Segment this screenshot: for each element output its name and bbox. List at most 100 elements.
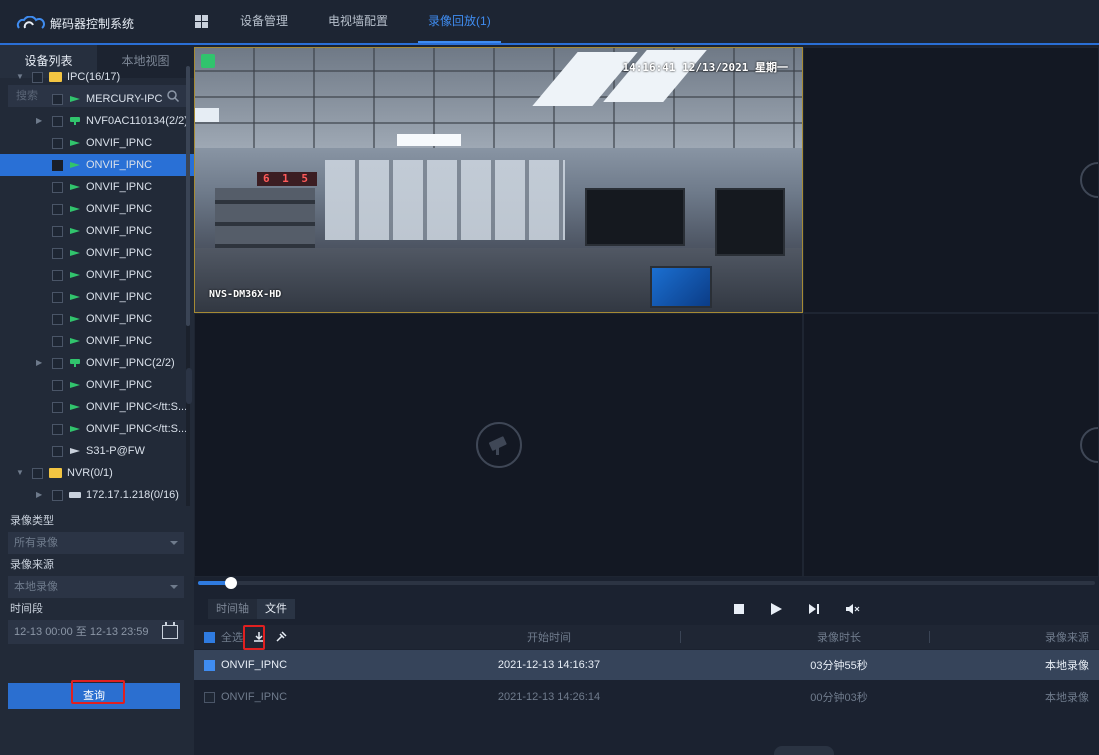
tree-checkbox[interactable] bbox=[52, 335, 63, 347]
camera-icon bbox=[70, 448, 80, 454]
tree-checkbox[interactable] bbox=[52, 489, 63, 501]
nav-playback[interactable]: 录像回放(1) bbox=[418, 0, 501, 43]
chevron-down-icon bbox=[170, 541, 178, 545]
progress-knob[interactable] bbox=[224, 577, 237, 589]
tree-checkbox[interactable] bbox=[52, 445, 63, 457]
tree-checkbox[interactable] bbox=[52, 313, 63, 325]
nav-device-management[interactable]: 设备管理 bbox=[240, 0, 288, 43]
grid-menu-icon[interactable] bbox=[195, 15, 208, 28]
search-filters: 录像类型 所有录像 录像来源 本地录像 时间段 12-13 00:00 至 12… bbox=[0, 510, 194, 644]
tree-checkbox[interactable] bbox=[52, 379, 63, 391]
camera-frame: 6 1 5 bbox=[195, 48, 802, 312]
tree-checkbox[interactable] bbox=[32, 71, 43, 83]
col-duration[interactable]: 录像时长 bbox=[724, 629, 954, 645]
tree-node-label: ONVIF_IPNC bbox=[86, 203, 153, 215]
collapse-arrow-icon[interactable]: ▶ bbox=[36, 117, 44, 125]
tree-node-label: ONVIF_IPNC bbox=[86, 159, 153, 171]
video-cell-4[interactable] bbox=[803, 313, 1099, 577]
tree-node[interactable]: ONVIF_IPNC bbox=[0, 242, 194, 264]
playback-progress[interactable] bbox=[194, 577, 1099, 589]
query-button[interactable]: 查询 bbox=[8, 680, 180, 709]
tree-scrollbar[interactable] bbox=[186, 66, 190, 506]
expand-arrow-icon[interactable]: ▼ bbox=[16, 469, 24, 477]
tree-node[interactable]: MERCURY-IPC bbox=[0, 88, 194, 110]
tree-checkbox[interactable] bbox=[52, 291, 63, 303]
col-source[interactable]: 录像来源 bbox=[954, 629, 1099, 645]
play-icon[interactable] bbox=[770, 599, 782, 619]
tree-checkbox[interactable] bbox=[52, 159, 63, 171]
record-panel: 时间轴 文件 全选 开始时间 录像时长 录像来源 ONVIF_IPNC 2021… bbox=[194, 589, 1099, 755]
row-checkbox[interactable] bbox=[204, 691, 215, 703]
tree-node[interactable]: ONVIF_IPNC bbox=[0, 374, 194, 396]
tree-node[interactable]: ▼ IPC(16/17) bbox=[0, 66, 194, 88]
tree-checkbox[interactable] bbox=[52, 181, 63, 193]
tree-checkbox[interactable] bbox=[52, 423, 63, 435]
playback-controls bbox=[734, 599, 886, 619]
tree-scroll-thumb[interactable] bbox=[186, 66, 190, 326]
tab-files[interactable]: 文件 bbox=[257, 599, 295, 619]
tree-node[interactable]: ▼ NVR(0/1) bbox=[0, 462, 194, 484]
tree-checkbox[interactable] bbox=[52, 203, 63, 215]
stop-icon[interactable] bbox=[734, 599, 744, 619]
tree-node[interactable]: ONVIF_IPNC bbox=[0, 220, 194, 242]
video-cell-1[interactable]: 6 1 5 14:16:41 12/13/2021 星期一 NVS-DM36X-… bbox=[194, 47, 803, 313]
tree-node[interactable]: ▶ 172.17.1.218(0/16) bbox=[0, 484, 194, 506]
row-checkbox[interactable] bbox=[204, 659, 215, 671]
video-cell-3[interactable] bbox=[194, 313, 803, 577]
tree-checkbox[interactable] bbox=[52, 357, 63, 369]
tree-node[interactable]: ▶ NVF0AC110134(2/2) bbox=[0, 110, 194, 132]
next-page-icon[interactable] bbox=[1080, 427, 1098, 463]
video-cell-2[interactable] bbox=[803, 47, 1099, 313]
tree-checkbox[interactable] bbox=[52, 115, 63, 127]
file-row[interactable]: ONVIF_IPNC 2021-12-13 14:16:37 03分钟55秒 本… bbox=[194, 650, 1099, 680]
camera-icon bbox=[70, 294, 80, 300]
calendar-icon[interactable] bbox=[162, 622, 178, 639]
tree-node[interactable]: ONVIF_IPNC bbox=[0, 330, 194, 352]
tree-node[interactable]: ▶ ONVIF_IPNC(2/2) bbox=[0, 352, 194, 374]
highlight-box bbox=[71, 680, 125, 704]
tree-node-label: ONVIF_IPNC bbox=[86, 225, 153, 237]
tree-node[interactable]: ONVIF_IPNC bbox=[0, 308, 194, 330]
nav-tv-wall-config[interactable]: 电视墙配置 bbox=[328, 0, 388, 43]
tree-checkbox[interactable] bbox=[52, 137, 63, 149]
audio-icon[interactable] bbox=[201, 54, 215, 68]
camera-icon bbox=[70, 228, 80, 234]
file-duration: 00分钟03秒 bbox=[810, 692, 868, 704]
panel-pull-handle[interactable] bbox=[774, 746, 834, 755]
tree-checkbox[interactable] bbox=[52, 225, 63, 237]
next-page-icon[interactable] bbox=[1080, 162, 1098, 198]
record-source-value: 本地录像 bbox=[14, 581, 58, 593]
sidebar-collapse-handle[interactable] bbox=[186, 368, 192, 404]
tree-node[interactable]: ONVIF_IPNC bbox=[0, 132, 194, 154]
tree-node[interactable]: ONVIF_IPNC bbox=[0, 154, 194, 176]
record-source-select[interactable]: 本地录像 bbox=[8, 576, 184, 598]
highlight-box bbox=[243, 625, 265, 650]
record-type-label: 录像类型 bbox=[10, 515, 54, 527]
tree-node[interactable]: ONVIF_IPNC bbox=[0, 286, 194, 308]
file-row[interactable]: ONVIF_IPNC 2021-12-13 14:26:14 00分钟03秒 本… bbox=[194, 682, 1099, 712]
tab-timeline[interactable]: 时间轴 bbox=[208, 599, 257, 619]
tree-node[interactable]: ONVIF_IPNC bbox=[0, 198, 194, 220]
tree-node[interactable]: ONVIF_IPNC</tt:S... bbox=[0, 418, 194, 440]
clear-icon[interactable] bbox=[275, 631, 287, 643]
tree-node[interactable]: ONVIF_IPNC bbox=[0, 176, 194, 198]
col-start-time[interactable]: 开始时间 bbox=[434, 629, 664, 645]
collapse-arrow-icon[interactable]: ▶ bbox=[36, 491, 44, 499]
time-range-picker[interactable]: 12-13 00:00 至 12-13 23:59 bbox=[8, 620, 184, 644]
step-forward-icon[interactable] bbox=[808, 599, 820, 619]
select-all-checkbox[interactable] bbox=[204, 631, 215, 643]
tree-node[interactable]: ONVIF_IPNC</tt:S... bbox=[0, 396, 194, 418]
tree-node[interactable]: S31-P@FW bbox=[0, 440, 194, 462]
tree-checkbox[interactable] bbox=[52, 247, 63, 259]
osd-camera-name: NVS-DM36X-HD bbox=[209, 289, 282, 300]
camera-icon bbox=[70, 338, 80, 344]
collapse-arrow-icon[interactable]: ▶ bbox=[36, 359, 44, 367]
tree-checkbox[interactable] bbox=[32, 467, 43, 479]
mute-icon[interactable] bbox=[846, 599, 860, 619]
expand-arrow-icon[interactable]: ▼ bbox=[16, 73, 24, 81]
tree-checkbox[interactable] bbox=[52, 93, 63, 105]
tree-checkbox[interactable] bbox=[52, 269, 63, 281]
tree-node[interactable]: ONVIF_IPNC bbox=[0, 264, 194, 286]
tree-checkbox[interactable] bbox=[52, 401, 63, 413]
record-type-select[interactable]: 所有录像 bbox=[8, 532, 184, 554]
